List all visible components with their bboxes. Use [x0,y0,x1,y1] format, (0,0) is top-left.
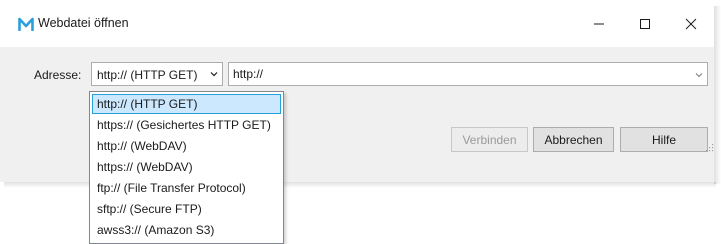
protocol-selected-value: http:// (HTTP GET) [97,68,198,82]
protocol-option[interactable]: http:// (HTTP GET) [92,94,281,114]
url-combobox[interactable] [228,62,708,86]
protocol-option[interactable]: http:// (WebDAV) [92,136,281,156]
close-icon [685,18,697,29]
m-logo-icon [18,17,34,31]
cancel-button[interactable]: Abbrechen [533,127,614,152]
protocol-option[interactable]: sftp:// (Secure FTP) [92,199,281,219]
window-shadow [714,6,721,184]
url-input[interactable] [233,66,673,82]
title-bar[interactable]: Webdatei öffnen [0,0,714,47]
maximize-button[interactable] [622,0,668,47]
minimize-button[interactable] [576,0,622,47]
close-button[interactable] [668,0,714,47]
protocol-option[interactable]: awss3:// (Amazon S3) [92,220,281,240]
protocol-option[interactable]: ftp:// (File Transfer Protocol) [92,178,281,198]
protocol-select[interactable]: http:// (HTTP GET) [91,62,223,86]
chevron-down-icon [210,72,218,77]
chevron-down-icon[interactable] [695,72,703,78]
address-label: Adresse: [34,68,82,82]
help-button[interactable]: Hilfe [620,127,708,152]
protocol-option[interactable]: https:// (WebDAV) [92,157,281,177]
protocol-option[interactable]: https:// (Gesichertes HTTP GET) [92,115,281,135]
minimize-icon [594,23,604,24]
resize-grip-icon[interactable] [706,144,714,152]
protocol-dropdown-list[interactable]: http:// (HTTP GET) https:// (Gesichertes… [89,91,284,244]
maximize-icon [640,18,650,29]
window-title: Webdatei öffnen [38,16,129,30]
connect-button[interactable]: Verbinden [451,127,528,152]
